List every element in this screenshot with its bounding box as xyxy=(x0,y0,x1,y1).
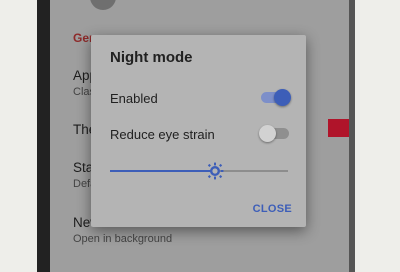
toggle-thumb xyxy=(259,125,276,142)
slider-fill xyxy=(110,170,216,172)
brightness-slider[interactable] xyxy=(110,162,288,180)
night-mode-dialog: Night mode Enabled Reduce eye strain CLO… xyxy=(91,35,306,227)
reduce-eye-strain-toggle[interactable] xyxy=(259,125,291,143)
enabled-toggle[interactable] xyxy=(261,89,291,107)
pref-summary: Open in background xyxy=(73,233,173,245)
close-button[interactable]: CLOSE xyxy=(253,203,292,215)
dialog-title: Night mode xyxy=(110,49,193,66)
enabled-label: Enabled xyxy=(110,91,158,106)
theme-color-swatch[interactable] xyxy=(328,119,350,137)
reduce-eye-strain-label: Reduce eye strain xyxy=(110,127,215,142)
phone-side-button xyxy=(349,0,355,272)
avatar xyxy=(90,0,116,10)
toggle-thumb xyxy=(274,89,291,106)
brightness-icon[interactable] xyxy=(206,162,224,180)
